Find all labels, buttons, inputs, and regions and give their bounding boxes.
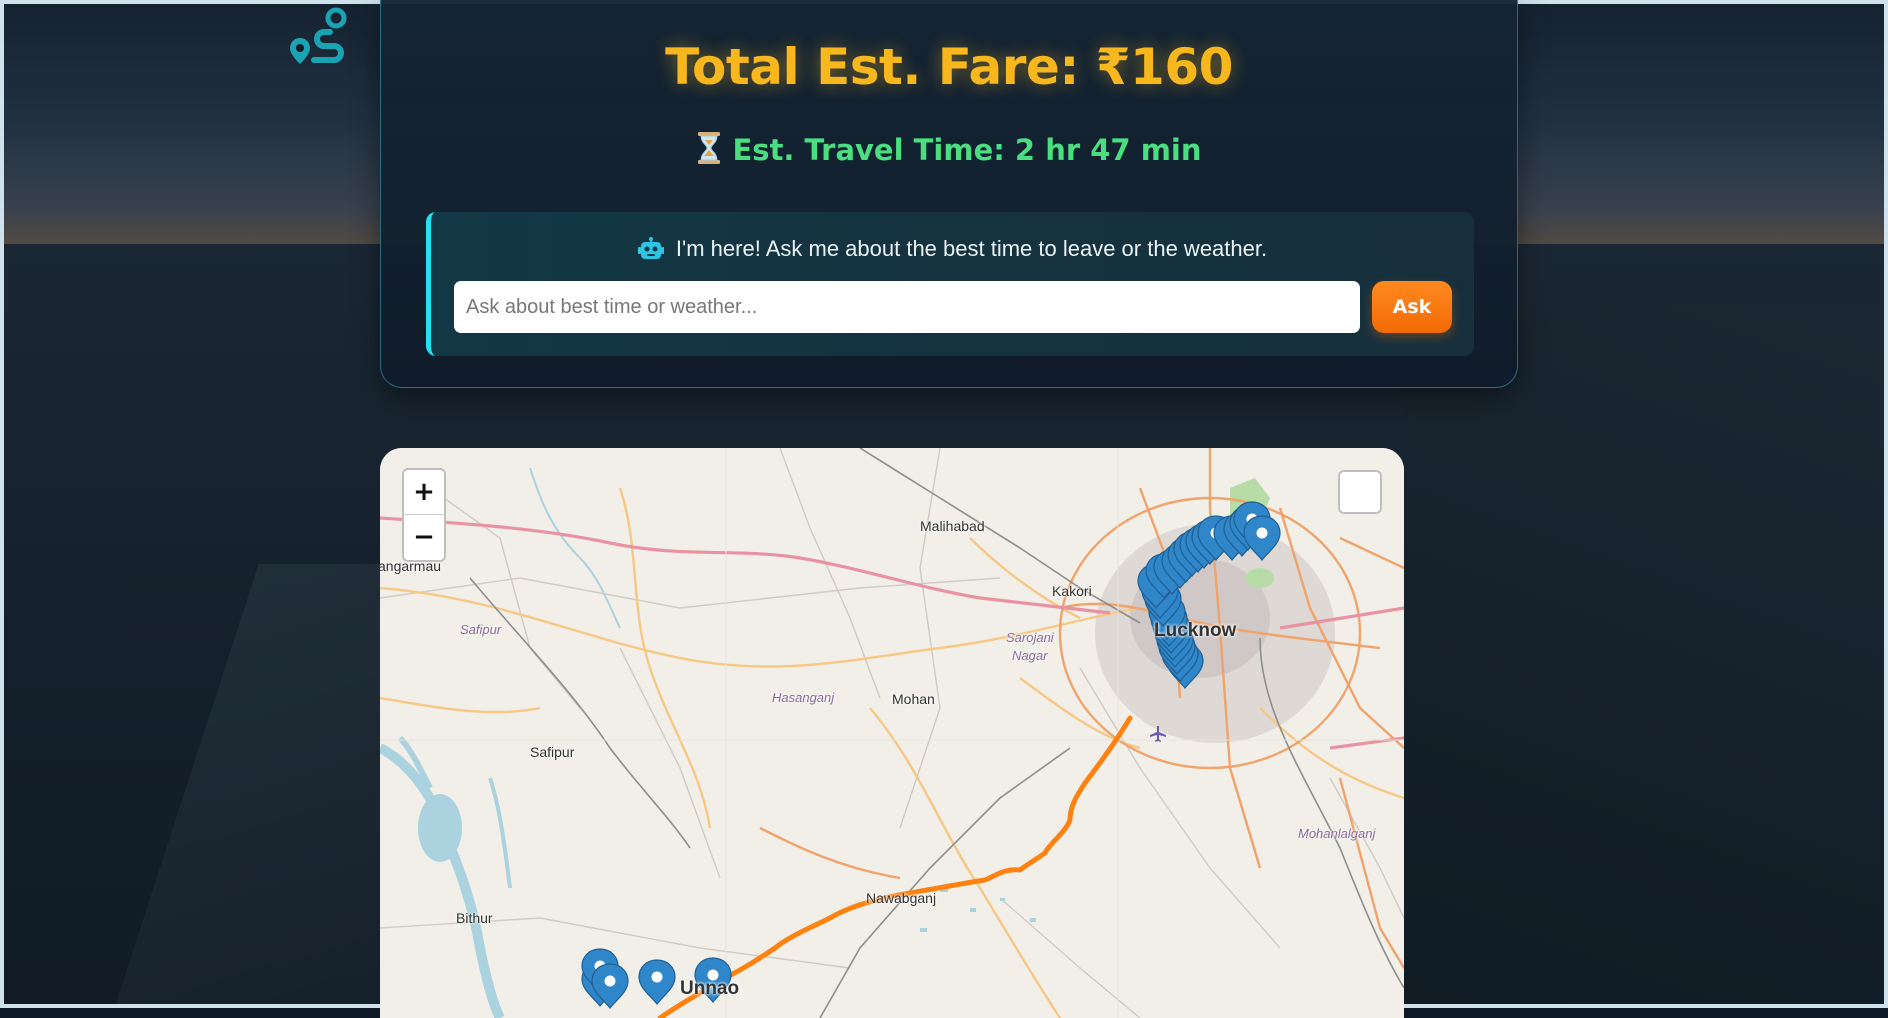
route-logo-icon[interactable] [286,4,352,70]
place-label-unnao: Unnao [680,978,740,999]
marker-svg [581,501,1281,1009]
total-fare-heading: Total Est. Fare: ₹160 [665,38,1233,96]
ask-button[interactable]: Ask [1372,281,1452,333]
place-label-bithur: Bithur [456,910,493,926]
hourglass-icon [697,132,721,171]
assistant-panel: I'm here! Ask me about the best time to … [426,212,1474,356]
travel-time-row: Est. Travel Time: 2 hr 47 min [381,132,1517,171]
place-label-nawabganj: Nawabganj [866,890,937,906]
route-stop-marker-icon[interactable] [638,959,676,1005]
fare-summary-card: Total Est. Fare: ₹160 Est. Travel Time: … [380,0,1518,388]
place-label-malihabad: Malihabad [920,518,985,534]
place-label-sarojani: Sarojani [1006,630,1054,645]
place-label-lucknow: Lucknow [1154,620,1237,641]
place-label-safipur-area: Safipur [460,622,502,637]
travel-time-text: Est. Travel Time: 2 hr 47 min [732,133,1202,167]
robot-icon [637,237,664,267]
assistant-question-input[interactable] [454,281,1360,333]
place-label-nagar: Nagar [1012,648,1048,663]
fullscreen-button[interactable] [1338,470,1382,514]
route-map[interactable]: Malihabad Kakori Sarojani Nagar Lucknow … [380,448,1404,1018]
route-stop-marker-icon[interactable] [1243,515,1281,561]
zoom-in-button[interactable]: + [404,470,444,515]
zoom-out-button[interactable]: − [404,515,444,559]
zoom-control: + − [402,468,446,562]
place-label-safipur: Safipur [530,744,575,760]
place-label-mohan: Mohan [892,691,935,707]
place-label-kakori: Kakori [1052,583,1092,599]
place-label-hasanganj: Hasanganj [772,690,835,705]
assistant-message-row: I'm here! Ask me about the best time to … [431,236,1474,267]
assistant-message: I'm here! Ask me about the best time to … [675,236,1268,261]
place-label-mohanlalganj: Mohanlalganj [1298,826,1376,841]
